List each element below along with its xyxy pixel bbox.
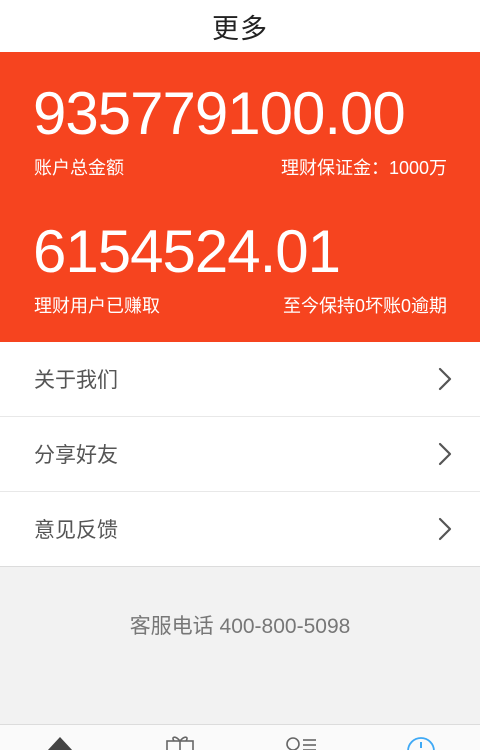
earned-amount-row: 理财用户已赚取 至今保持0坏账0逾期: [0, 292, 480, 318]
bottom-tab-bar: [0, 724, 480, 750]
total-amount-label: 账户总金额: [34, 158, 124, 178]
menu-item-feedback[interactable]: 意见反馈: [0, 492, 480, 567]
earned-amount-value: 6154524.01: [33, 218, 341, 285]
menu-item-share-friends[interactable]: 分享好友: [0, 417, 480, 492]
gift-icon[interactable]: [163, 735, 197, 750]
total-amount-block: 935779100.00 账户总金额 理财保证金：1000万: [0, 80, 480, 180]
chevron-right-icon: [438, 442, 452, 466]
page-title: 更多: [212, 13, 268, 44]
earned-amount-block: 6154524.01 理财用户已赚取 至今保持0坏账0逾期: [0, 218, 480, 318]
more-menu: 关于我们 分享好友 意见反馈: [0, 342, 480, 567]
earned-amount-label: 理财用户已赚取: [34, 296, 160, 316]
menu-item-label: 意见反馈: [34, 519, 118, 542]
guarantee-label: 理财保证金：1000万: [280, 158, 447, 178]
menu-item-about-us[interactable]: 关于我们: [0, 342, 480, 417]
stats-banner: 935779100.00 账户总金额 理财保证金：1000万 6154524.0…: [0, 52, 480, 342]
chevron-right-icon: [438, 517, 452, 541]
menu-item-label: 分享好友: [34, 444, 118, 467]
bad-debt-record-label: 至今保持0坏账0逾期: [282, 296, 447, 316]
top-bar: 更多: [0, 0, 480, 52]
total-amount-row: 账户总金额 理财保证金：1000万: [0, 154, 480, 180]
chevron-right-icon: [438, 367, 452, 391]
total-amount-value: 935779100.00: [33, 80, 406, 147]
customer-service-phone[interactable]: 客服电话 400-800-5098: [0, 610, 480, 640]
user-list-icon[interactable]: [284, 735, 318, 750]
info-icon[interactable]: [404, 735, 438, 750]
menu-item-label: 关于我们: [34, 369, 118, 392]
home-icon[interactable]: [43, 735, 77, 750]
